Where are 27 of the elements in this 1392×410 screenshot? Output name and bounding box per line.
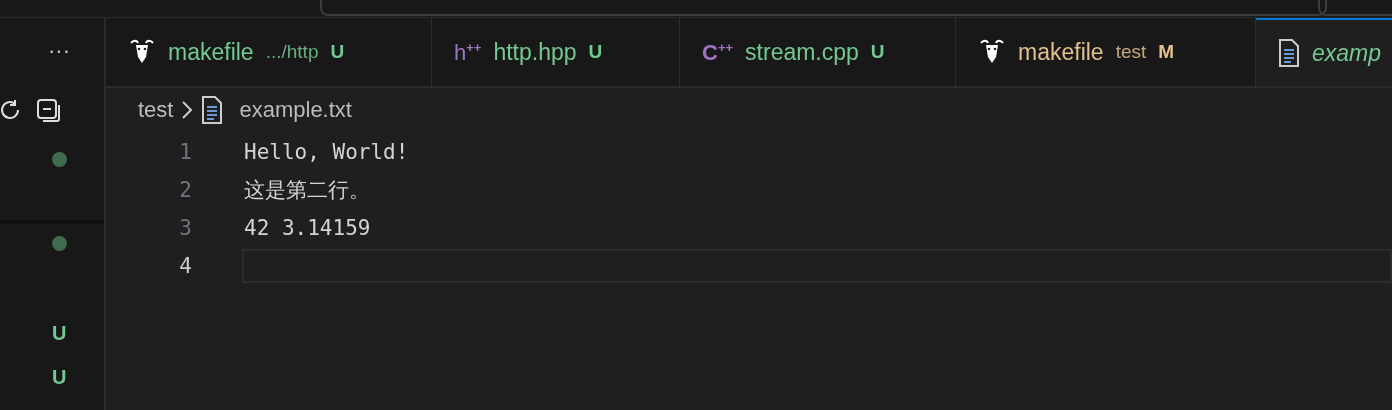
- untracked-status: U: [52, 322, 67, 344]
- text-file-icon: [1278, 39, 1300, 67]
- line-number: 1: [178, 140, 192, 164]
- code-line: 42 3.14159: [244, 216, 371, 240]
- untracked-status: U: [52, 366, 67, 388]
- line-number: 2: [178, 178, 192, 202]
- breadcrumb-file[interactable]: example.txt: [239, 97, 352, 123]
- refresh-icon[interactable]: [0, 98, 22, 122]
- editor-tab[interactable]: h$^{++}$ http.hpp U: [432, 18, 680, 86]
- file-type-icon: h$^{++}$: [454, 40, 482, 64]
- text-file-icon: [201, 96, 224, 124]
- gnu-head-icon: [128, 39, 156, 65]
- chevron-icon: [181, 100, 194, 120]
- editor-tab[interactable]: examp: [1256, 18, 1392, 86]
- code-line: Hello, World!: [244, 140, 409, 164]
- modified-dot-icon: [52, 236, 67, 251]
- code-line: 这是第二行。: [244, 177, 370, 204]
- line-number: 4: [178, 254, 192, 278]
- line-number: 3: [178, 216, 192, 240]
- collapse-all-icon[interactable]: [36, 98, 62, 124]
- more-actions-icon[interactable]: ···: [0, 38, 104, 68]
- modified-dot-icon: [52, 152, 67, 167]
- editor-tab[interactable]: makefile .../http U: [106, 18, 432, 86]
- editor-tab[interactable]: C$^{++}$ stream.cpp U: [680, 18, 956, 86]
- file-type-icon: C$^{++}$: [702, 40, 734, 64]
- gnu-head-icon: [978, 39, 1006, 65]
- breadcrumb-folder[interactable]: test: [138, 97, 174, 123]
